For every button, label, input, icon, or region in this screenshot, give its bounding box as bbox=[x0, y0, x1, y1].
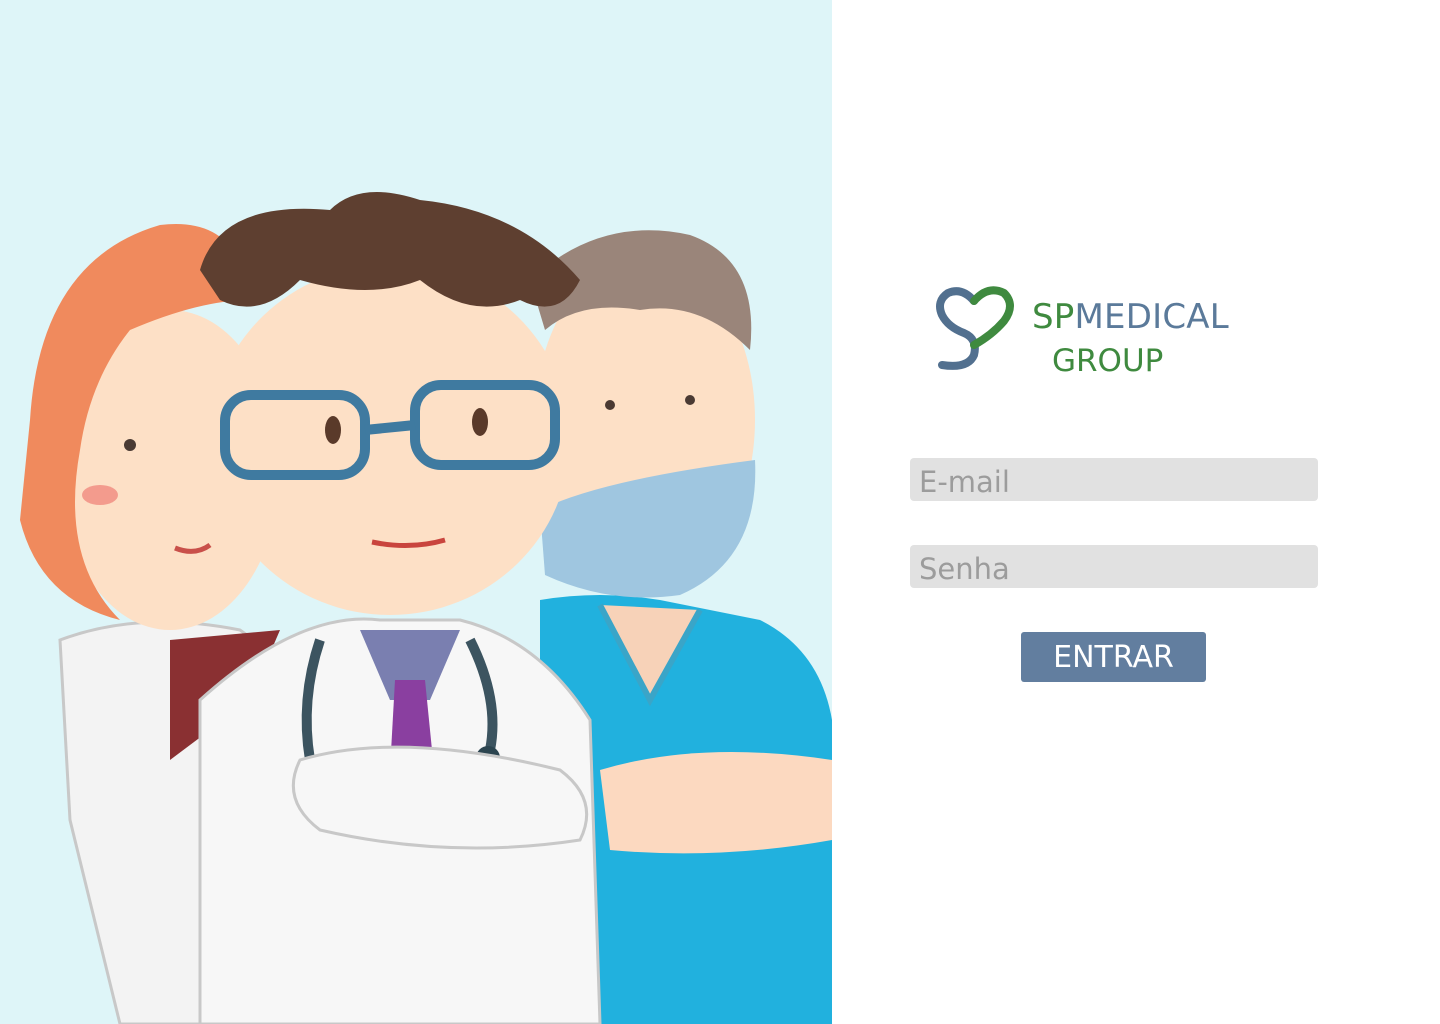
password-input[interactable] bbox=[910, 545, 1318, 588]
brand-name: SPMEDICAL bbox=[1032, 297, 1229, 337]
brand-logo: SPMEDICAL GROUP bbox=[934, 285, 1254, 385]
brand-subtitle: GROUP bbox=[1052, 343, 1164, 379]
login-panel: SPMEDICAL GROUP ENTRAR bbox=[832, 0, 1440, 1024]
medical-team-illustration bbox=[20, 192, 832, 1024]
email-input[interactable] bbox=[910, 458, 1318, 501]
brand-name-prefix: SP bbox=[1032, 297, 1075, 337]
hero-panel bbox=[0, 0, 832, 1024]
brand-name-rest: MEDICAL bbox=[1074, 297, 1229, 337]
login-button[interactable]: ENTRAR bbox=[1021, 632, 1206, 682]
heart-s-icon bbox=[936, 286, 1014, 370]
